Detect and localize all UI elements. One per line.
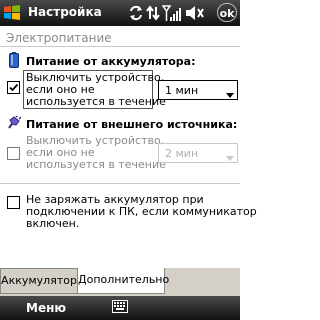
volume-icon[interactable] [184,3,204,26]
chevron-down-icon [226,151,234,164]
battery-timeout-value: 1 мин [165,84,199,97]
battery-label-line: используется в течение [26,95,166,108]
group-divider [0,183,240,184]
header-divider [0,46,240,47]
battery-timeout-checkbox[interactable] [7,81,20,94]
no-charge-label-line: включен. [26,217,80,230]
data-connection-icon[interactable] [146,3,160,26]
tab-advanced[interactable]: Дополнительно [77,268,169,294]
ok-button[interactable]: ok [217,3,237,22]
external-group-title: Питание от внешнего источника: [26,118,238,131]
battery-timeout-dropdown[interactable]: 1 мин [158,80,238,100]
window-title: Настройка [28,5,102,19]
no-charge-checkbox[interactable] [7,196,20,209]
no-charge-label[interactable]: Не заряжать аккумулятор при подключении … [26,194,257,230]
section-header: Электропитание [6,31,112,45]
title-bar: Настройка ok [0,0,240,26]
chevron-down-icon [226,88,234,101]
keyboard-icon[interactable] [112,300,128,314]
battery-icon [9,52,19,71]
external-timeout-value: 2 мин [165,147,199,160]
external-label-line: используется в течение [26,158,166,171]
battery-timeout-label[interactable]: Выключить устройство, если оно не исполь… [23,70,166,109]
menu-bar: Меню [0,296,240,320]
external-timeout-checkbox[interactable] [7,147,20,160]
tab-battery[interactable]: Аккумулятор [0,268,78,294]
tab-strip: Аккумулятор Дополнительно [0,268,240,296]
menu-softkey[interactable]: Меню [26,301,66,315]
external-timeout-label: Выключить устройство, если оно не исполь… [23,133,166,176]
power-plug-icon [7,114,22,133]
sync-icon[interactable] [128,3,144,26]
signal-strength-icon[interactable] [161,3,182,26]
external-timeout-dropdown: 2 мин [158,143,238,163]
windows-start-icon[interactable] [2,4,22,22]
battery-group-title: Питание от аккумулятора: [26,55,196,68]
